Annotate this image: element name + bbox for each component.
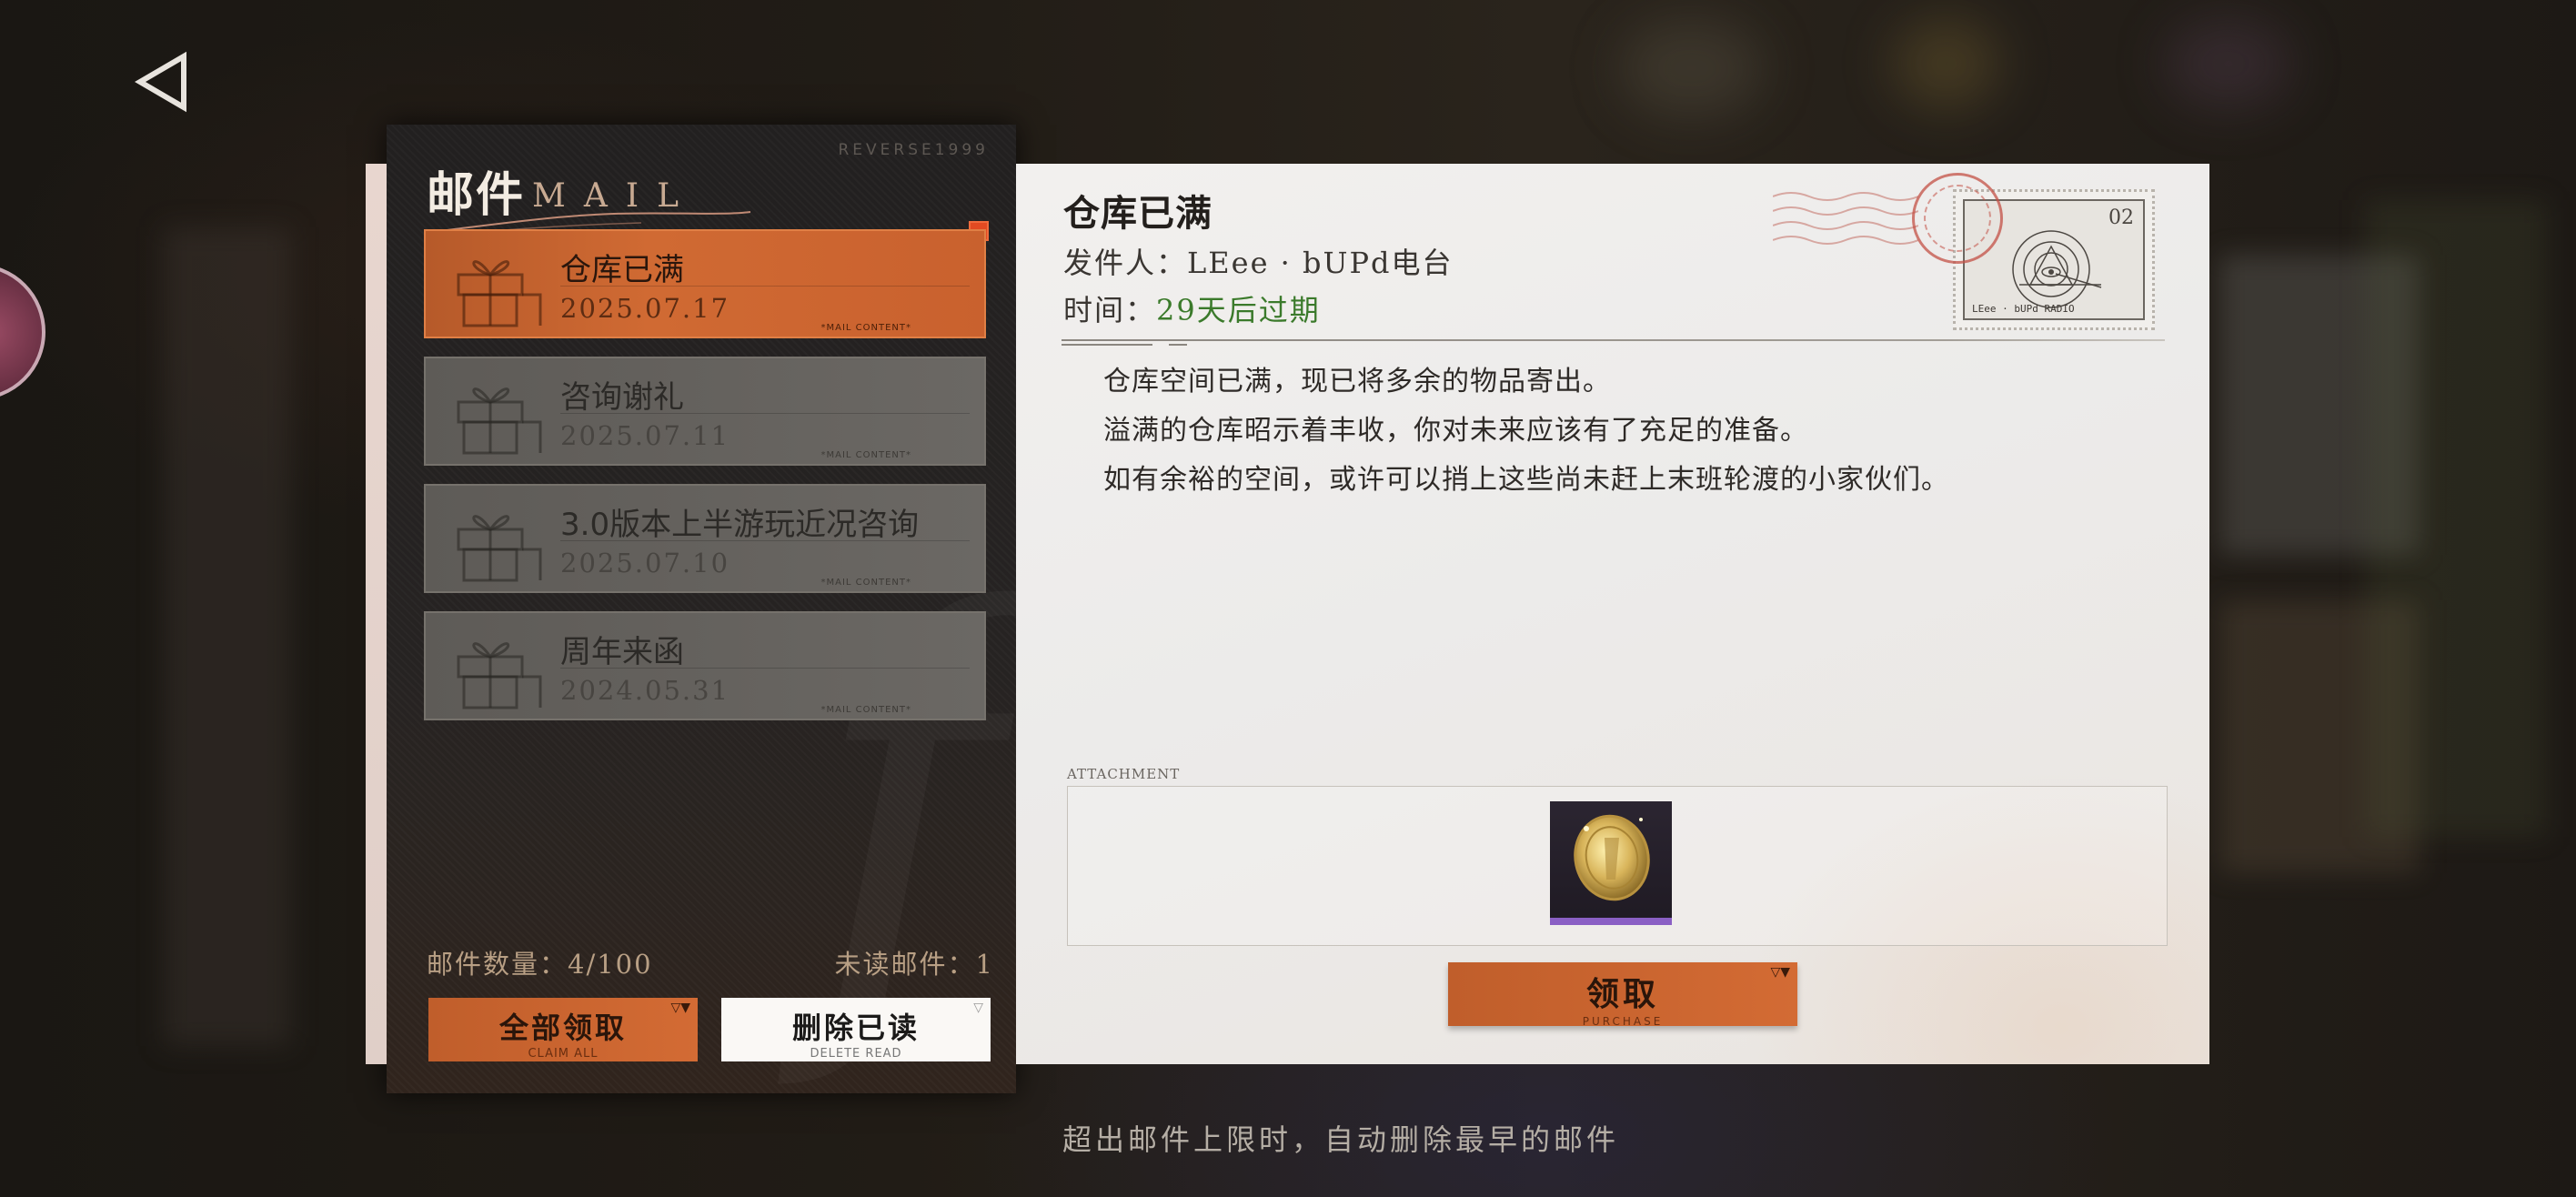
letter-body-line: 溢满的仓库昭示着丰收，你对未来应该有了充足的准备。 [1103, 415, 1808, 447]
mail-item[interactable]: 仓库已满 2025.07.17 *MAIL CONTENT* [424, 229, 986, 338]
attachment-item[interactable] [1550, 801, 1672, 925]
delete-read-sublabel: DELETE READ [810, 1047, 902, 1061]
stamp-caption: LEee · bUPd RADIO [1972, 303, 2075, 315]
delete-read-button[interactable]: ▽ 删除已读 DELETE READ [721, 998, 991, 1061]
letter-body-line: 如有余裕的空间，或许可以捎上这些尚未赶上末班轮渡的小家伙们。 [1103, 464, 1949, 496]
rarity-bar [1550, 918, 1672, 925]
mail-list-panel: 𝑓 REVERSE1999 邮件 MAIL 仓库已满 2025.07.17 [387, 125, 1016, 1093]
mail-item[interactable]: 咨询谢礼 2025.07.11 *MAIL CONTENT* [424, 357, 986, 466]
mail-date: 2025.07.11 [560, 420, 730, 451]
mail-count: 邮件数量：4/100 [427, 949, 653, 980]
mail-item[interactable]: 3.0版本上半游玩近况咨询 2025.07.10 *MAIL CONTENT* [424, 484, 986, 593]
background-decoration [2365, 200, 2547, 837]
postmark-wave-decoration [1773, 192, 1918, 245]
background-decoration [2165, 18, 2292, 109]
claim-all-button[interactable]: ▽▼ 全部领取 CLAIM ALL [428, 998, 698, 1061]
time-label: 时间： [1063, 293, 1157, 327]
mail-title: 周年来函 [560, 634, 684, 670]
letter-body-line: 仓库空间已满，现已将多余的物品寄出。 [1103, 366, 1611, 397]
sender-row: 发件人：LEee · bUPd电台 [1063, 240, 1454, 282]
mail-content-tag: *MAIL CONTENT* [820, 578, 911, 588]
claim-button[interactable]: ▽▼ 领取 PURCHASE [1448, 962, 1797, 1028]
corner-triangles-icon: ▽ [973, 1001, 983, 1015]
time-row: 时间：29天后过期 [1063, 287, 1321, 329]
back-arrow-icon [135, 51, 186, 113]
gift-icon [457, 642, 542, 709]
mail-date: 2025.07.17 [560, 293, 730, 324]
letter-edge [366, 164, 387, 1064]
corner-triangles-icon: ▽▼ [670, 1001, 690, 1015]
claim-all-label: 全部领取 [498, 1011, 627, 1045]
background-decoration [1892, 18, 2001, 109]
mail-content-tag: *MAIL CONTENT* [820, 705, 911, 715]
mail-date: 2024.05.31 [560, 675, 730, 706]
header-divider [1062, 344, 1152, 346]
attachment-label: ATTACHMENT [1067, 766, 1181, 782]
panel-title: 邮件 [427, 168, 526, 223]
game-screen: 𝑓 REVERSE1999 邮件 MAIL 仓库已满 2025.07.17 [0, 0, 2576, 1197]
background-decoration [1619, 18, 1765, 118]
stamp-number: 02 [2108, 206, 2134, 229]
claim-sublabel: PURCHASE [1582, 1015, 1664, 1028]
divider [560, 540, 970, 541]
background-decoration [164, 227, 291, 1046]
mail-content-tag: *MAIL CONTENT* [820, 450, 911, 460]
gift-icon [457, 387, 542, 455]
gift-icon [457, 515, 542, 582]
header-divider [1062, 339, 2165, 341]
side-avatar-button[interactable] [0, 264, 45, 400]
claim-all-sublabel: CLAIM ALL [528, 1047, 599, 1061]
mail-date: 2025.07.10 [560, 548, 730, 578]
mail-title: 咨询谢礼 [560, 379, 684, 416]
footer-hint: 超出邮件上限时，自动删除最早的邮件 [1062, 1122, 1620, 1157]
mail-detail-card: 仓库已满 发件人：LEee · bUPd电台 时间：29天后过期 仓库空间已满，… [1016, 164, 2209, 1064]
mail-title: 仓库已满 [560, 252, 684, 288]
postmark-stamp [1912, 173, 2003, 264]
divider [560, 668, 970, 669]
corner-triangles-icon: ▽▼ [1770, 965, 1790, 980]
header-divider [1169, 344, 1187, 346]
attachment-area [1067, 786, 2168, 946]
gift-icon [457, 260, 542, 327]
claim-label: 领取 [1585, 976, 1659, 1013]
letter-title: 仓库已满 [1063, 193, 1213, 235]
brand-mark: REVERSE1999 [838, 141, 989, 159]
unread-count: 未读邮件：1 [834, 949, 994, 980]
divider [560, 286, 970, 287]
sender-name: LEee · bUPd电台 [1187, 246, 1454, 280]
postmark-inner-ring [1924, 185, 1991, 252]
mail-item[interactable]: 周年来函 2024.05.31 *MAIL CONTENT* [424, 611, 986, 720]
back-button[interactable] [127, 45, 200, 118]
gold-coin-icon [1574, 814, 1650, 901]
divider [560, 413, 970, 414]
mail-title: 3.0版本上半游玩近况咨询 [560, 507, 920, 543]
expiry-text: 29天后过期 [1156, 293, 1321, 327]
panel-title-en: MAIL [532, 177, 697, 215]
delete-read-label: 删除已读 [791, 1011, 920, 1045]
sender-label: 发件人： [1063, 246, 1188, 280]
mail-content-tag: *MAIL CONTENT* [820, 323, 911, 333]
